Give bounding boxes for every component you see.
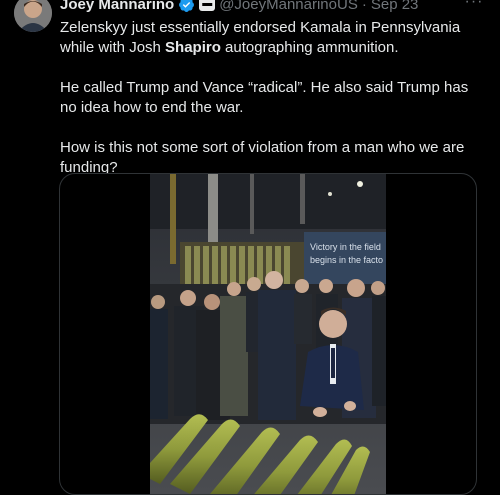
separator-dot: ·: [361, 0, 367, 13]
video-still: Victory in the field begins in the facto: [150, 174, 386, 494]
tweet-paragraph-3: How is this not some sort of violation f…: [60, 139, 465, 176]
tweet-date[interactable]: Sep 23: [371, 0, 419, 13]
affiliation-badge-icon[interactable]: ▬: [199, 0, 216, 11]
paragraph-1-end: autographing ammunition.: [220, 39, 399, 56]
tweet-paragraph-1: Zelenskyy just essentially endorsed Kama…: [60, 18, 478, 58]
tweet[interactable]: Joey Mannarino ▬ @JoeyMannarinoUS · Sep …: [0, 0, 500, 495]
avatar-image: [14, 0, 52, 32]
tweet-text: Zelenskyy just essentially endorsed Kama…: [60, 18, 478, 198]
tweet-header: Joey Mannarino ▬ @JoeyMannarinoUS · Sep …: [60, 0, 418, 14]
verified-badge-icon: [178, 0, 195, 13]
tweet-paragraph-2: He called Trump and Vance “radical”. He …: [60, 79, 469, 116]
author-name[interactable]: Joey Mannarino: [60, 0, 174, 13]
video-frame[interactable]: Victory in the field begins in the facto: [150, 174, 386, 494]
highlighted-word: Shapiro: [165, 39, 221, 56]
avatar[interactable]: [14, 0, 52, 32]
banner-text-1: Victory in the field: [310, 242, 381, 252]
more-options-icon[interactable]: ···: [461, 0, 487, 13]
video-media[interactable]: Victory in the field begins in the facto: [59, 173, 477, 495]
banner-text-2: begins in the facto: [310, 255, 383, 265]
author-handle[interactable]: @JoeyMannarinoUS: [219, 0, 358, 13]
